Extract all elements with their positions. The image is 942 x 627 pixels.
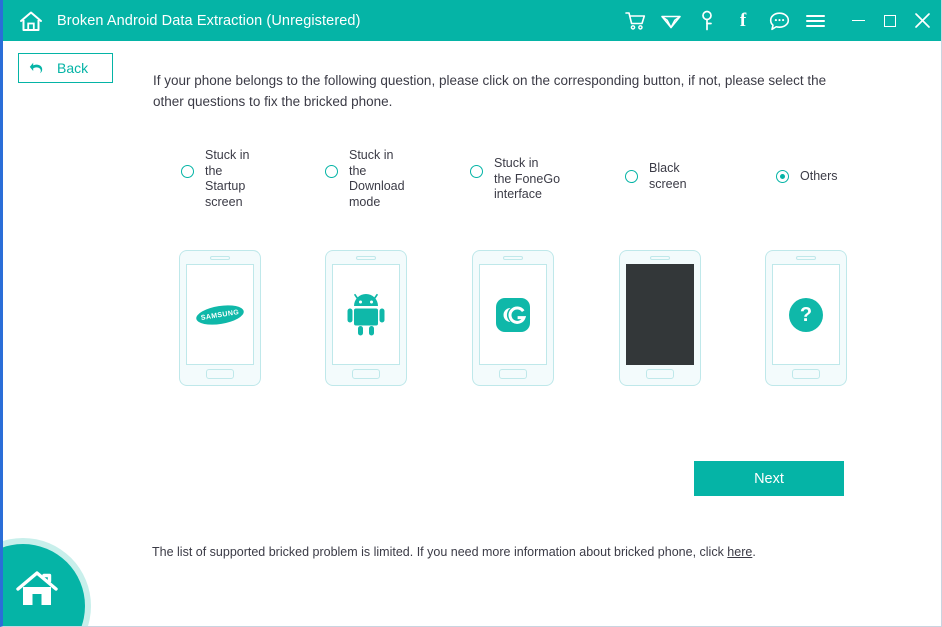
phone-home-button: [792, 369, 820, 379]
phone-startup-screen[interactable]: SAMSUNG: [179, 250, 261, 386]
samsung-logo-text: SAMSUNG: [200, 308, 240, 321]
phone-screen: [479, 264, 547, 365]
option-startup-screen[interactable]: Stuck in the Startup screen: [181, 148, 249, 210]
close-button[interactable]: [911, 10, 933, 32]
minimize-button[interactable]: [847, 10, 869, 32]
phone-home-button: [206, 369, 234, 379]
footer-note-period: .: [752, 545, 756, 559]
home-icon: [15, 570, 59, 615]
footer-note-text: The list of supported bricked problem is…: [152, 545, 728, 559]
option-download-mode[interactable]: Stuck in the Download mode: [325, 148, 405, 210]
diamond-icon[interactable]: [659, 9, 683, 33]
phone-download-mode[interactable]: [325, 250, 407, 386]
key-icon[interactable]: [695, 9, 719, 33]
phone-speaker: [356, 256, 376, 260]
app-window: Broken Android Data Extraction (Unregist…: [0, 0, 942, 627]
radio-startup-screen[interactable]: [181, 165, 194, 178]
home-icon[interactable]: [16, 6, 46, 36]
phone-speaker: [503, 256, 523, 260]
back-button[interactable]: Back: [18, 53, 113, 83]
question-mark-glyph: ?: [799, 303, 813, 326]
phone-home-button: [499, 369, 527, 379]
phone-home-button: [646, 369, 674, 379]
option-label-others: Others: [800, 169, 838, 183]
phone-home-button: [352, 369, 380, 379]
maximize-glyph: [884, 14, 896, 27]
facebook-icon[interactable]: f: [731, 9, 755, 33]
cart-icon[interactable]: [623, 9, 647, 33]
phone-illustrations: SAMSUNG ?: [3, 250, 941, 390]
phone-screen: [626, 264, 694, 365]
radio-fonego-interface[interactable]: [470, 165, 483, 178]
android-robot-icon: [347, 293, 385, 335]
menu-icon[interactable]: [803, 9, 827, 33]
radio-others[interactable]: [776, 170, 789, 183]
phone-fonego-interface[interactable]: [472, 250, 554, 386]
options-group: Stuck in the Startup screen Stuck in the…: [153, 143, 913, 223]
phone-black-screen[interactable]: [619, 250, 701, 386]
toolbar-icons: f: [623, 9, 827, 33]
window-title: Broken Android Data Extraction (Unregist…: [57, 12, 361, 29]
option-black-screen[interactable]: Black screen: [625, 161, 687, 192]
maximize-button[interactable]: [879, 10, 901, 32]
phone-speaker: [650, 256, 670, 260]
back-button-label: Back: [57, 60, 89, 76]
option-others[interactable]: Others: [776, 169, 838, 185]
instruction-text: If your phone belongs to the following q…: [153, 73, 827, 109]
phone-others[interactable]: ?: [765, 250, 847, 386]
back-arrow-icon: [29, 60, 45, 76]
question-mark-icon: ?: [789, 297, 823, 332]
option-label-download-mode: Stuck in the Download mode: [349, 148, 405, 209]
corner-home-button[interactable]: [3, 544, 85, 626]
phone-speaker: [210, 256, 230, 260]
next-button[interactable]: Next: [694, 461, 844, 496]
title-bar: Broken Android Data Extraction (Unregist…: [3, 0, 941, 41]
phone-screen: ?: [772, 264, 840, 365]
minimize-glyph: [851, 19, 865, 22]
option-label-fonego-interface: Stuck in the FoneGo interface: [494, 156, 561, 201]
option-label-black-screen: Black screen: [649, 161, 687, 191]
radio-black-screen[interactable]: [625, 170, 638, 183]
window-controls: [847, 10, 933, 32]
phone-screen: [332, 264, 400, 365]
here-link[interactable]: here: [727, 545, 752, 559]
samsung-logo: SAMSUNG: [194, 301, 246, 328]
phone-screen: SAMSUNG: [186, 264, 254, 365]
radio-download-mode[interactable]: [325, 165, 338, 178]
option-fonego-interface[interactable]: Stuck in the FoneGo interface: [470, 156, 560, 203]
footer-note: The list of supported bricked problem is…: [152, 545, 756, 559]
phone-speaker: [796, 256, 816, 260]
option-label-startup-screen: Stuck in the Startup screen: [205, 148, 250, 209]
fonego-app-icon: [496, 297, 530, 332]
chat-icon[interactable]: [767, 9, 791, 33]
